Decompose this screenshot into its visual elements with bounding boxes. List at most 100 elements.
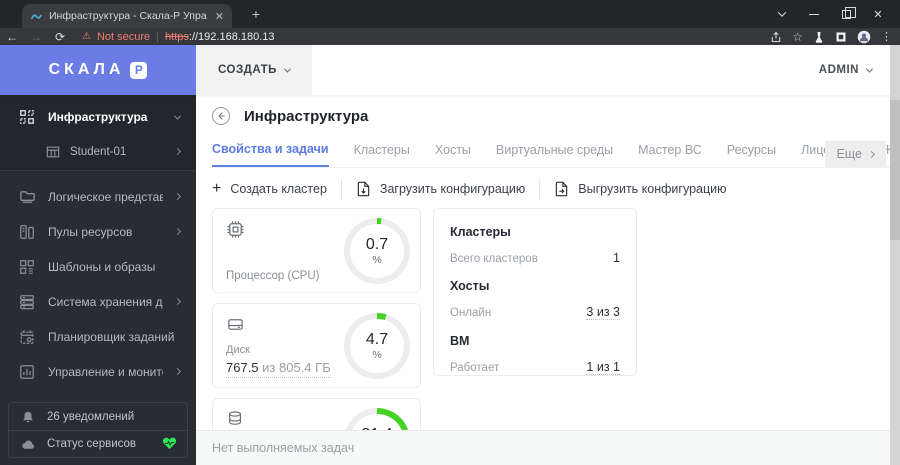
address-bar[interactable]: ⚠ Not secure | https://192.168.180.13: [82, 31, 770, 43]
reload-icon[interactable]: ⟳: [48, 30, 72, 44]
chevron-down-icon: [865, 65, 874, 73]
tab-close-icon[interactable]: ✕: [215, 10, 224, 23]
scheduler-calendar-icon: [18, 328, 36, 346]
browser-menu-icon[interactable]: ⋮: [881, 30, 892, 43]
chevron-right-icon: [173, 297, 182, 306]
tab-virtual-environments[interactable]: Виртуальные среды: [496, 143, 613, 166]
warning-icon: ⚠: [82, 31, 91, 42]
file-import-icon: [357, 181, 370, 197]
back-icon[interactable]: ←: [0, 30, 24, 44]
vm-running-link[interactable]: 1 из 1: [586, 360, 620, 375]
storage-stack-icon: [18, 293, 36, 311]
clusters-total-value: 1: [613, 251, 620, 265]
chevron-right-icon: [173, 227, 182, 236]
load-config-button[interactable]: Загрузить конфигурацию: [356, 181, 525, 197]
notifications-label: 26 уведомлений: [47, 410, 135, 423]
health-heart-icon: [162, 436, 177, 453]
create-cluster-button[interactable]: + Создать кластер: [212, 181, 327, 197]
summary-label: Онлайн: [450, 307, 492, 319]
page-scrollbar[interactable]: [890, 45, 900, 465]
divider: [340, 179, 342, 199]
page-title: Инфраструктура: [244, 107, 369, 125]
browser-menu-chevron-icon[interactable]: [766, 0, 798, 28]
services-status-button[interactable]: Статус сервисов: [9, 430, 187, 457]
cpu-card[interactable]: Процессор (CPU) 0.7 %: [212, 208, 421, 293]
sidebar-item-label: Student-01: [70, 145, 127, 158]
user-menu[interactable]: ADMIN: [818, 45, 874, 95]
scrollbar-thumb[interactable]: [890, 100, 900, 240]
monitoring-chart-icon: [18, 363, 36, 381]
sidebar-item-templates-images[interactable]: Шаблоны и образы: [0, 249, 196, 284]
hosts-online-link[interactable]: 3 из 3: [586, 305, 620, 320]
extension-box-icon[interactable]: [835, 31, 847, 43]
tab-clusters[interactable]: Кластеры: [354, 143, 410, 166]
disk-usage-link[interactable]: 767.5 из 805.4 ГБ: [226, 360, 331, 378]
sidebar-item-resource-pools[interactable]: Пулы ресурсов: [0, 214, 196, 249]
chevron-right-icon: [173, 367, 182, 376]
sidebar-item-task-scheduler[interactable]: Планировщик заданий: [0, 319, 196, 354]
url-text[interactable]: https://192.168.180.13: [165, 31, 275, 43]
back-button[interactable]: [212, 107, 230, 125]
user-menu-label: ADMIN: [818, 64, 859, 76]
restore-icon[interactable]: [830, 0, 862, 28]
create-button[interactable]: СОЗДАТЬ: [196, 45, 312, 95]
disk-value: 4.7: [365, 331, 389, 349]
not-secure-label[interactable]: Not secure: [97, 31, 150, 43]
cpu-value: 0.7: [365, 236, 389, 254]
tab-bar: Свойства и задачи Кластеры Хосты Виртуал…: [212, 141, 890, 168]
tab-vs-master[interactable]: Мастер ВС: [638, 143, 702, 166]
tab-more-button[interactable]: Еще: [824, 141, 886, 167]
file-export-icon: [556, 181, 568, 197]
bell-icon: [19, 408, 37, 426]
tab-hosts[interactable]: Хосты: [435, 143, 471, 166]
services-status-label: Статус сервисов: [47, 438, 137, 450]
pools-icon: [18, 223, 36, 241]
new-tab-button[interactable]: +: [246, 6, 266, 22]
share-icon[interactable]: [770, 31, 782, 43]
tab-more-label: Еще: [836, 147, 862, 161]
cpu-gauge: 0.7 %: [344, 218, 410, 284]
chevron-down-icon: [173, 112, 182, 120]
summary-row: Работает 1 из 1: [450, 360, 620, 375]
browser-tab-title: Инфраструктура - Скала-Р Упра: [49, 10, 207, 22]
address-separator: |: [156, 30, 160, 43]
window-controls: ✕: [766, 0, 894, 28]
sidebar-item-infrastructure[interactable]: Инфраструктура: [0, 99, 196, 135]
sidebar-item-label: Управление и мониторинг: [48, 364, 163, 379]
disk-used-value: 767.5: [226, 360, 259, 375]
summary-title-clusters: Кластеры: [450, 225, 511, 239]
sidebar-item-label: Планировщик заданий: [48, 329, 175, 344]
summary-row: Онлайн 3 из 3: [450, 305, 620, 320]
bookmark-star-icon[interactable]: ☆: [792, 30, 803, 44]
export-config-button[interactable]: Выгрузить конфигурацию: [554, 181, 726, 197]
sidebar-item-student-01[interactable]: Student-01: [0, 135, 196, 168]
chevron-right-icon: [173, 147, 182, 156]
create-button-label: СОЗДАТЬ: [218, 64, 277, 76]
logo-badge: Р: [130, 61, 148, 79]
window-close-icon[interactable]: ✕: [862, 0, 894, 28]
sidebar-item-management-monitoring[interactable]: Управление и мониторинг: [0, 354, 196, 389]
sidebar-item-storage-system[interactable]: Система хранения данных: [0, 284, 196, 319]
cpu-chip-icon: [226, 220, 245, 244]
chevron-right-icon: [867, 150, 876, 158]
tab-resources[interactable]: Ресурсы: [727, 143, 776, 166]
sidebar-item-logical-view[interactable]: Логическое представление: [0, 179, 196, 214]
disk-card[interactable]: Диск 767.5 из 805.4 ГБ 4.7 %: [212, 303, 421, 388]
cpu-label: Процессор (CPU): [226, 270, 320, 282]
chevron-right-icon: [173, 192, 182, 201]
sidebar-item-label: Шаблоны и образы: [48, 259, 156, 274]
sidebar-item-label: Пулы ресурсов: [48, 224, 133, 239]
disk-unit: %: [372, 348, 382, 361]
browser-tab[interactable]: Инфраструктура - Скала-Р Упра ✕: [22, 4, 232, 28]
extension-flask-icon[interactable]: [813, 31, 825, 43]
forward-icon[interactable]: →: [24, 30, 48, 44]
action-bar: + Создать кластер Загрузить конфигурацию: [212, 179, 726, 199]
chevron-down-icon: [283, 65, 291, 73]
cloud-icon: [19, 435, 37, 453]
minimize-icon[interactable]: [798, 0, 830, 28]
notifications-button[interactable]: 26 уведомлений: [9, 403, 187, 430]
disk-total-value: из 805.4 ГБ: [262, 360, 331, 375]
profile-avatar[interactable]: [857, 30, 871, 44]
tab-properties-tasks[interactable]: Свойства и задачи: [212, 142, 329, 167]
load-config-label: Загрузить конфигурацию: [379, 182, 526, 196]
